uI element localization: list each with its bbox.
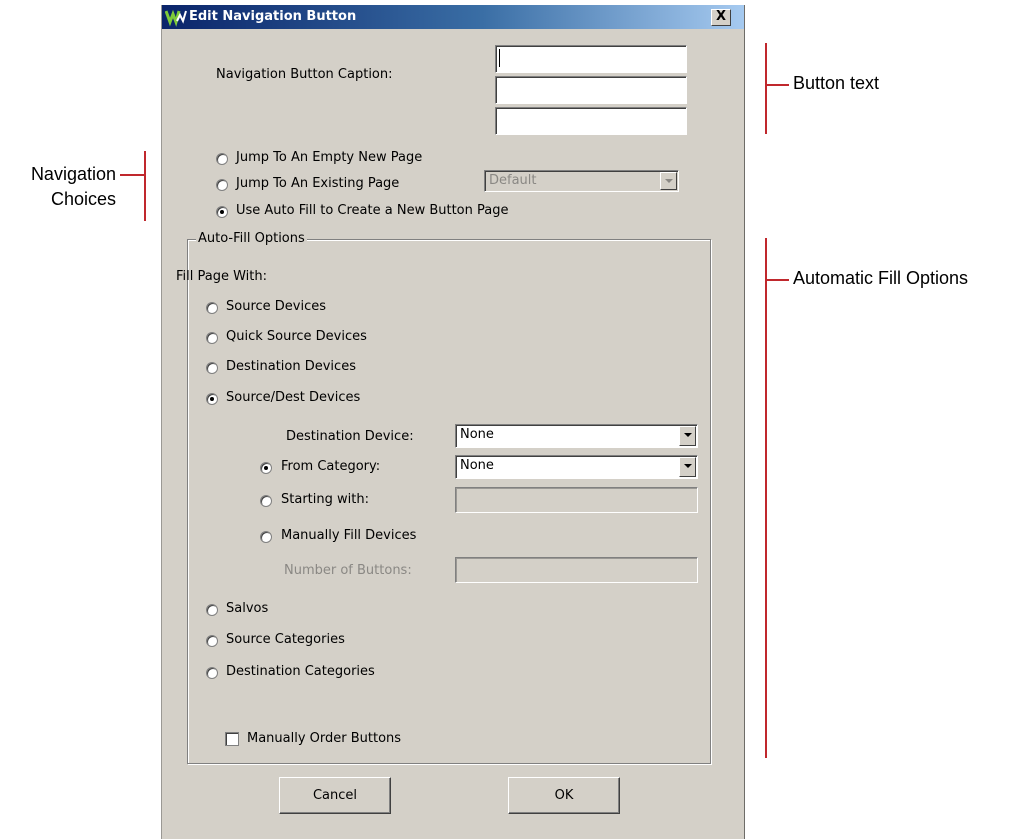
radio-empty-new-page[interactable]	[216, 153, 228, 165]
manually-order-checkbox[interactable]	[225, 732, 239, 746]
radio-source-devices[interactable]	[206, 302, 218, 314]
radio-quick-source-devices[interactable]	[206, 332, 218, 344]
existing-page-select-value: Default	[489, 173, 537, 188]
label-source-dest-devices[interactable]: Source/Dest Devices	[226, 390, 360, 405]
radio-destination-categories[interactable]	[206, 667, 218, 679]
label-auto-fill[interactable]: Use Auto Fill to Create a New Button Pag…	[236, 203, 508, 218]
annotation-auto-fill-bracket	[765, 238, 767, 758]
label-source-devices[interactable]: Source Devices	[226, 299, 326, 314]
radio-manually-fill-devices[interactable]	[260, 531, 272, 543]
label-destination-devices[interactable]: Destination Devices	[226, 359, 356, 374]
dialog-title: Edit Navigation Button	[189, 9, 357, 24]
text-caret	[499, 49, 500, 67]
title-bar[interactable]: Edit Navigation Button X	[162, 5, 744, 29]
number-of-buttons-label: Number of Buttons:	[284, 563, 412, 578]
annotation-button-text-bracket	[765, 43, 767, 134]
label-quick-source-devices[interactable]: Quick Source Devices	[226, 329, 367, 344]
starting-with-input[interactable]	[455, 487, 698, 513]
label-manually-order[interactable]: Manually Order Buttons	[247, 731, 401, 746]
label-source-categories[interactable]: Source Categories	[226, 632, 345, 647]
label-salvos[interactable]: Salvos	[226, 601, 268, 616]
label-destination-categories[interactable]: Destination Categories	[226, 664, 375, 679]
annotation-button-text: Button text	[793, 73, 880, 93]
edit-navigation-button-dialog: Edit Navigation Button X Navigation Butt…	[161, 5, 745, 839]
label-manually-fill-devices[interactable]: Manually Fill Devices	[281, 528, 416, 543]
fill-page-with-label: Fill Page With:	[176, 269, 267, 284]
destination-device-label: Destination Device:	[286, 429, 414, 444]
annotation-auto-fill-tick	[765, 279, 789, 281]
annotation-navigation: Navigation Choices	[8, 162, 116, 212]
radio-starting-with[interactable]	[260, 495, 272, 507]
caption-label: Navigation Button Caption:	[216, 67, 393, 82]
ok-button[interactable]: OK	[508, 777, 620, 814]
caption-line1-input[interactable]	[495, 45, 687, 73]
caption-line2-input[interactable]	[495, 76, 687, 104]
existing-page-select[interactable]: Default	[484, 170, 679, 192]
label-existing-page[interactable]: Jump To An Existing Page	[236, 176, 399, 191]
chevron-down-icon[interactable]	[660, 172, 677, 190]
label-starting-with[interactable]: Starting with:	[281, 492, 369, 507]
annotation-navigation-bracket	[144, 151, 146, 221]
radio-from-category[interactable]	[260, 462, 272, 474]
annotation-navigation-line1: Navigation	[30, 164, 116, 184]
app-logo-icon	[165, 9, 187, 27]
label-empty-new-page[interactable]: Jump To An Empty New Page	[236, 150, 422, 165]
destination-device-value: None	[460, 427, 494, 442]
radio-source-dest-devices[interactable]	[206, 393, 218, 405]
radio-destination-devices[interactable]	[206, 362, 218, 374]
annotation-navigation-line2: Choices	[50, 189, 116, 209]
label-from-category[interactable]: From Category:	[281, 459, 380, 474]
radio-existing-page[interactable]	[216, 179, 228, 191]
annotation-auto-fill: Automatic Fill Options	[793, 268, 969, 288]
close-button[interactable]: X	[711, 9, 731, 26]
chevron-down-icon[interactable]	[679, 457, 696, 477]
auto-fill-options-title: Auto-Fill Options	[196, 231, 307, 246]
from-category-value: None	[460, 458, 494, 473]
radio-salvos[interactable]	[206, 604, 218, 616]
number-of-buttons-input[interactable]	[455, 557, 698, 583]
radio-source-categories[interactable]	[206, 635, 218, 647]
annotation-navigation-tick	[120, 174, 146, 176]
destination-device-select[interactable]: None	[455, 424, 698, 448]
annotation-button-text-tick	[765, 84, 789, 86]
radio-auto-fill[interactable]	[216, 206, 228, 218]
chevron-down-icon[interactable]	[679, 426, 696, 446]
caption-line3-input[interactable]	[495, 107, 687, 135]
from-category-select[interactable]: None	[455, 455, 698, 479]
cancel-button[interactable]: Cancel	[279, 777, 391, 814]
